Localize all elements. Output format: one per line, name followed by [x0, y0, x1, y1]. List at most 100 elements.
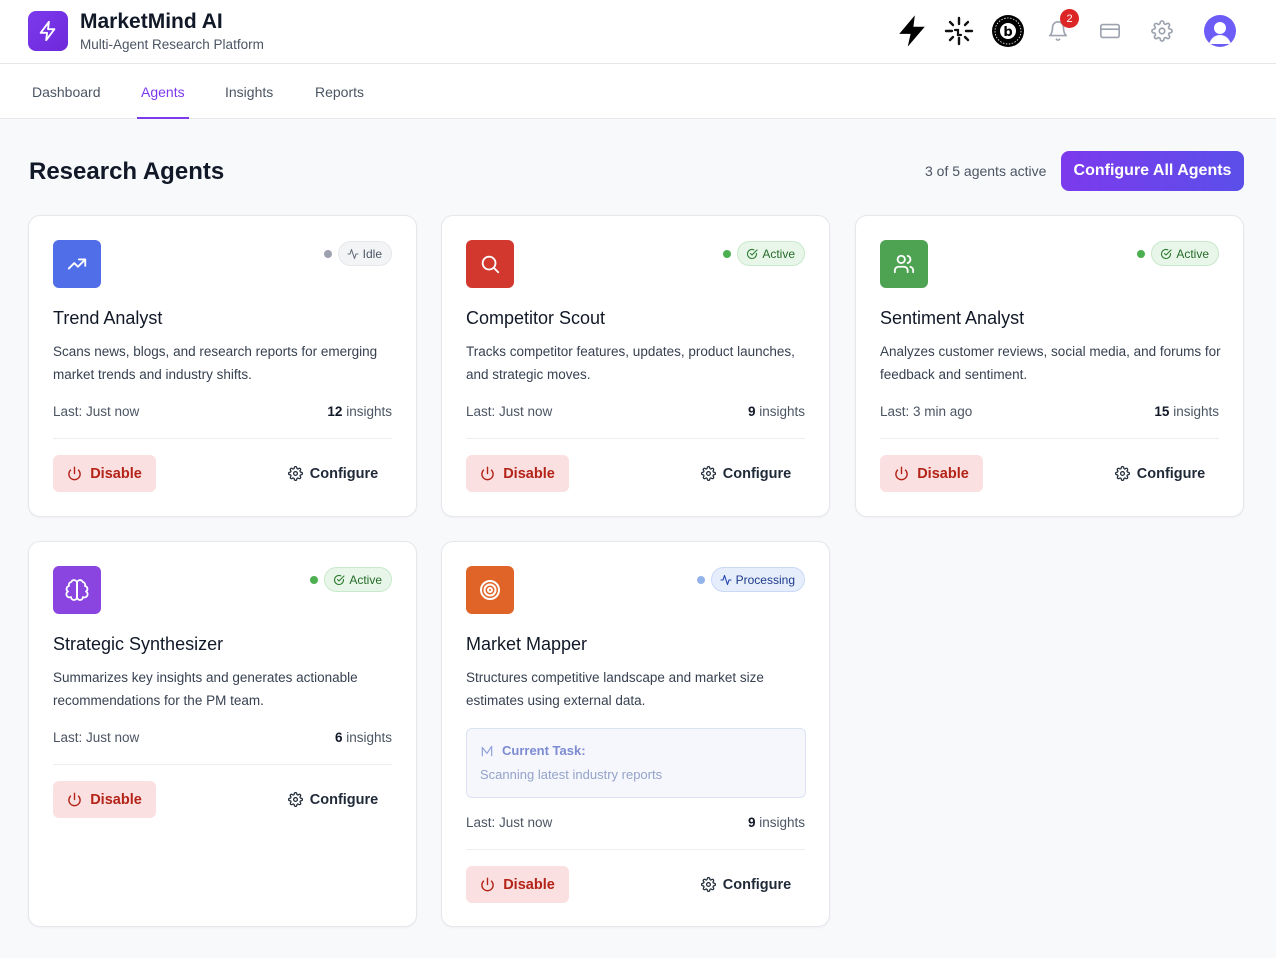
lightning-icon	[39, 20, 56, 42]
agent-meta: Last: Just now 9 insights	[466, 404, 805, 419]
status-indicator: Active	[1137, 241, 1219, 266]
status-indicator: Active	[723, 241, 805, 266]
card-icon[interactable]	[1098, 14, 1122, 48]
configure-label: Configure	[309, 465, 379, 482]
configure-all-agents-button[interactable]: Configure All Agents	[1061, 151, 1244, 191]
insights-counter: 6 insights	[335, 730, 392, 745]
agent-meta: Last: 3 min ago 15 insights	[880, 404, 1219, 419]
app-logo[interactable]	[28, 11, 68, 51]
disable-label: Disable	[503, 876, 555, 893]
notification-badge: 2	[1060, 9, 1079, 28]
app-subtitle: Multi-Agent Research Platform	[80, 37, 264, 52]
status-label: Active	[1176, 246, 1209, 261]
disable-button[interactable]: Disable	[53, 781, 156, 818]
status-label: Idle	[362, 246, 382, 261]
tab-dashboard[interactable]: Dashboard	[28, 64, 105, 119]
active-agents-count: 3 of 5 agents active	[925, 163, 1047, 179]
gear-icon[interactable]	[1150, 14, 1174, 48]
configure-label: Configure	[309, 791, 379, 808]
insights-label: insights	[1173, 404, 1219, 419]
divider	[466, 438, 805, 439]
users-icon	[880, 240, 928, 288]
agent-name: Strategic Synthesizer	[53, 634, 224, 654]
insights-label: insights	[759, 404, 805, 419]
check-circle-icon	[1161, 248, 1172, 259]
app-title: MarketMind AI	[80, 10, 223, 33]
gear-icon	[1114, 466, 1130, 481]
agent-card-strategic-synthesizer: Active Strategic Synthesizer Summarizes …	[28, 541, 417, 927]
power-icon	[895, 466, 908, 481]
disable-label: Disable	[90, 465, 142, 482]
check-circle-icon	[747, 248, 758, 259]
status-indicator: Idle	[323, 241, 392, 266]
configure-label: Configure	[722, 876, 792, 893]
b-badge-icon[interactable]: b	[991, 14, 1025, 48]
power-icon	[68, 466, 81, 481]
status-badge: Active	[1151, 241, 1219, 266]
bolt-icon[interactable]	[893, 14, 931, 48]
status-label: Active	[349, 572, 382, 587]
last-run: Last: Just now	[466, 815, 553, 830]
agent-description: Tracks competitor features, updates, pro…	[466, 344, 795, 382]
divider	[53, 438, 392, 439]
divider	[466, 849, 805, 850]
insights-label: insights	[759, 815, 805, 830]
agent-meta: Last: Just now 9 insights	[466, 815, 805, 830]
user-avatar[interactable]	[1204, 15, 1236, 47]
configure-label: Configure	[722, 465, 792, 482]
insights-count: 15	[1154, 404, 1170, 419]
gear-icon	[700, 877, 716, 892]
power-icon	[481, 466, 494, 481]
status-dot	[310, 575, 319, 584]
last-run: Last: Just now	[53, 404, 140, 419]
svg-text:b: b	[1003, 25, 1012, 40]
divider	[880, 438, 1219, 439]
configure-button[interactable]: Configure	[277, 781, 389, 818]
disable-button[interactable]: Disable	[466, 455, 569, 492]
activity-icon	[720, 574, 732, 585]
status-badge: Idle	[337, 241, 392, 266]
activity-icon	[347, 248, 359, 259]
disable-button[interactable]: Disable	[880, 455, 983, 492]
configure-button[interactable]: Configure	[690, 866, 802, 903]
status-indicator: Active	[310, 567, 392, 592]
pulse-indicator-icon[interactable]	[942, 14, 976, 48]
configure-label: Configure	[1136, 465, 1206, 482]
gear-icon	[287, 792, 303, 807]
agent-name: Sentiment Analyst	[880, 308, 1025, 328]
status-dot	[1137, 249, 1146, 258]
insights-counter: 12 insights	[327, 404, 392, 419]
tab-insights[interactable]: Insights	[221, 64, 277, 119]
insights-label: insights	[346, 730, 392, 745]
insights-count: 6	[334, 730, 343, 745]
agent-description: Scans news, blogs, and research reports …	[53, 344, 378, 382]
status-badge: Processing	[710, 567, 805, 592]
insights-count: 12	[327, 404, 343, 419]
tab-reports[interactable]: Reports	[311, 64, 368, 119]
gear-icon	[287, 466, 303, 481]
configure-button[interactable]: Configure	[277, 455, 389, 492]
disable-button[interactable]: Disable	[466, 866, 569, 903]
disable-button[interactable]: Disable	[53, 455, 156, 492]
power-icon	[68, 792, 81, 807]
insights-counter: 15 insights	[1154, 404, 1219, 419]
agent-meta: Last: Just now 12 insights	[53, 404, 392, 419]
disable-label: Disable	[90, 791, 142, 808]
trending-up-icon	[53, 240, 101, 288]
configure-button[interactable]: Configure	[1104, 455, 1216, 492]
current-task-box: Current Task: Scanning latest industry r…	[466, 728, 806, 798]
agent-card-sentiment-analyst: Active Sentiment Analyst Analyzes custom…	[855, 215, 1244, 517]
network-icon	[481, 745, 493, 756]
search-icon	[466, 240, 514, 288]
configure-button[interactable]: Configure	[690, 455, 802, 492]
status-indicator: Processing	[696, 567, 805, 592]
agent-card-market-mapper: Processing Market Mapper Structures comp…	[441, 541, 830, 927]
insights-counter: 9 insights	[748, 404, 805, 419]
status-dot	[723, 249, 732, 258]
insights-counter: 9 insights	[748, 815, 805, 830]
last-run: Last: Just now	[466, 404, 553, 419]
page-title: Research Agents	[29, 158, 225, 185]
agent-name: Market Mapper	[466, 634, 588, 654]
status-badge: Active	[324, 567, 392, 592]
tab-agents[interactable]: Agents	[137, 64, 189, 119]
